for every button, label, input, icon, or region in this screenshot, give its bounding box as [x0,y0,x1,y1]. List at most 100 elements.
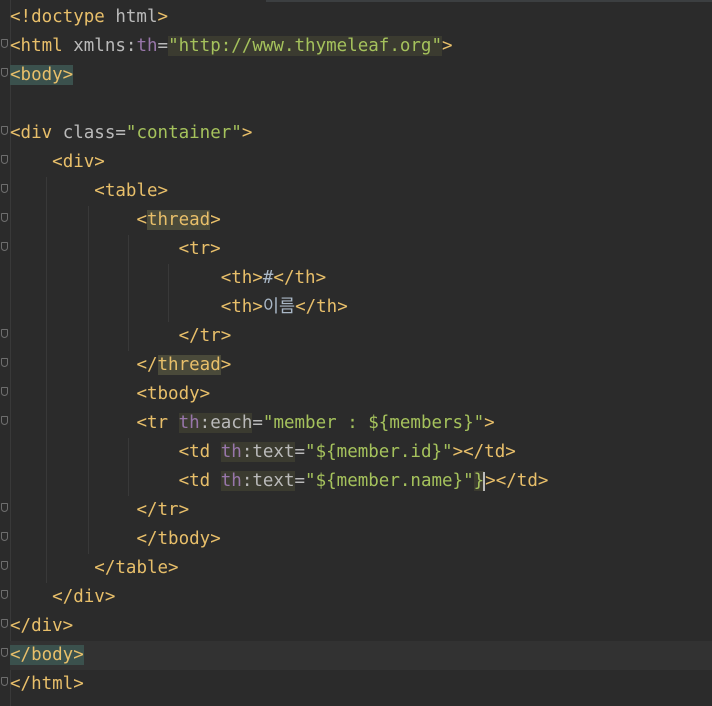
doctype-name: html [115,7,158,27]
fold-marker-icon[interactable] [1,358,8,367]
code-line-current[interactable]: </body> [10,641,712,670]
tag-token: <tbody> [136,384,211,404]
tag-token: <th> [220,268,263,288]
code-line[interactable]: </div> [10,612,712,641]
fold-marker-icon[interactable] [1,590,8,599]
tag-token: <tr> [178,239,221,259]
code-line[interactable]: <div class="container"> [10,119,712,148]
code-line[interactable]: <th>이름</th> [10,293,712,322]
fold-marker-icon[interactable] [1,126,8,135]
tag-token: <div> [52,152,105,172]
namespace-token: th [220,442,242,462]
equals-token: = [252,413,263,433]
tag-token: </div> [52,587,116,607]
code-line[interactable]: <tbody> [10,380,712,409]
string-token: "${member.name}" [305,471,474,491]
tag-close-token: </th> [295,297,348,317]
fold-marker-icon[interactable] [1,242,8,251]
tag-close-token: ></td> [485,471,549,491]
tag-token: </table> [94,558,179,578]
code-line[interactable]: </div> [10,583,712,612]
code-line[interactable]: <th>#</th> [10,264,712,293]
tag-token: <td [178,442,221,462]
string-token: "http://www.thymeleaf.org" [168,36,442,56]
tag-close-bracket: > [210,210,221,230]
tag-close-bracket: > [220,355,232,375]
code-editor[interactable]: <!doctype html> <html xmlns:th="http://w… [0,0,712,706]
fold-marker-icon[interactable] [1,619,8,628]
code-line[interactable]: <tr th:each="member : ${members}"> [10,409,712,438]
code-line[interactable]: <thread> [10,206,712,235]
fold-marker-icon[interactable] [1,648,8,657]
code-line-empty[interactable] [10,90,712,119]
tag-name-highlight: thread [157,355,221,375]
fold-marker-icon[interactable] [1,39,8,48]
tag-token: <div [10,123,63,143]
fold-marker-icon[interactable] [1,561,8,570]
doctype-close: > [157,7,169,27]
attribute-token: class [62,123,116,143]
code-line[interactable]: <td th:text="${member.id}"></td> [10,438,712,467]
fold-marker-icon[interactable] [1,68,8,77]
code-line[interactable]: <div> [10,148,712,177]
attribute-token: :text [241,442,295,462]
tag-close-token: ></td> [452,442,516,462]
fold-marker-icon[interactable] [1,503,8,512]
code-line[interactable]: </tr> [10,496,712,525]
fold-marker-icon[interactable] [1,677,8,686]
fold-marker-icon[interactable] [1,213,8,222]
tag-close-token: > [241,123,253,143]
tag-token: </html> [10,674,84,694]
fold-marker-icon[interactable] [1,184,8,193]
attribute-token: xmlns: [73,36,137,56]
attribute-token: :each [199,413,253,433]
tag-token-matched: <body> [10,65,74,85]
code-line[interactable]: </thread> [10,351,712,380]
equals-token: = [294,442,306,462]
code-line[interactable]: </tr> [10,322,712,351]
tag-token: <th> [220,297,263,317]
fold-marker-icon[interactable] [1,532,8,541]
equals-token: = [157,36,169,56]
tag-token: <table> [94,181,169,201]
namespace-token: th [178,413,200,433]
code-line[interactable]: <td th:text="${member.name}"}></td> [10,467,712,496]
tag-token-matched: </body> [10,645,84,665]
tag-name-highlight: thread [146,210,211,230]
fold-marker-icon[interactable] [1,416,8,425]
fold-marker-icon[interactable] [1,329,8,338]
tag-open-bracket: < [136,210,147,230]
code-line[interactable]: <body> [10,61,712,90]
doctype-open: <!doctype [10,7,116,27]
code-line[interactable]: </table> [10,554,712,583]
code-line[interactable]: <tr> [10,235,712,264]
fold-marker-icon[interactable] [1,155,8,164]
tag-token: </tbody> [136,529,221,549]
namespace-token: th [220,471,242,491]
code-line[interactable]: <!doctype html> [10,3,712,32]
code-line[interactable]: </tbody> [10,525,712,554]
namespace-token: th [136,36,158,56]
fold-marker-icon[interactable] [1,387,8,396]
code-line[interactable]: <table> [10,177,712,206]
tag-close-token: > [442,36,453,56]
code-line[interactable]: <html xmlns:th="http://www.thymeleaf.org… [10,32,712,61]
code-line[interactable]: </html> [10,670,712,699]
tag-token: <td [178,471,221,491]
tag-close-token: > [484,413,495,433]
tag-token: </div> [10,616,74,636]
